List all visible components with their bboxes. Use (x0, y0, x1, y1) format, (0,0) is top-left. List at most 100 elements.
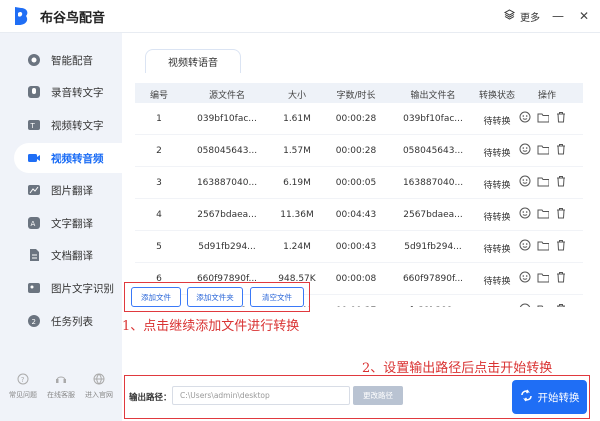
add-file-button[interactable]: 添加文件 (131, 287, 181, 307)
svg-text:?: ? (21, 376, 25, 384)
support-link[interactable]: 在线客服 (47, 373, 75, 400)
delete-icon[interactable] (555, 303, 567, 307)
sidebar-item-label: 视频转音频 (51, 152, 104, 165)
cell-status: 待转换 (483, 117, 511, 127)
play-preview-icon[interactable] (519, 207, 531, 219)
sidebar-item-label: 录音转文字 (51, 86, 104, 99)
header-actions: 操作 (537, 91, 557, 101)
clear-files-button[interactable]: 清空文件 (250, 287, 304, 307)
tab-video-to-audio[interactable]: 视频转语音 (145, 49, 241, 73)
sidebar-item-text-translate[interactable]: A 文字翻译 (14, 208, 122, 238)
faq-link[interactable]: ? 常见问题 (9, 373, 37, 400)
more-label: 更多 (520, 12, 540, 24)
start-convert-label: 开始转换 (537, 391, 580, 404)
row-actions (519, 111, 567, 123)
cell-status: 待转换 (483, 149, 511, 159)
play-preview-icon[interactable] (519, 239, 531, 251)
cell-output-name: 2567bdaea... (403, 210, 463, 220)
folder-icon[interactable] (537, 111, 549, 123)
app-logo-icon (10, 5, 32, 27)
cell-status: 待转换 (483, 213, 511, 223)
close-icon[interactable]: ✕ (576, 8, 592, 24)
sidebar-item-label: 视频转文字 (51, 119, 104, 132)
sidebar-item-label: 智能配音 (51, 54, 93, 67)
file-table: 编号 源文件名 大小 字数/时长 输出文件名 转换状态 操作 1 039bf10f… (135, 83, 583, 307)
folder-icon[interactable] (537, 303, 549, 307)
cell-duration: 00:00:43 (335, 242, 377, 252)
cell-status: 待转换 (483, 306, 510, 307)
minimize-icon[interactable]: — (550, 8, 566, 24)
website-link[interactable]: 进入官网 (85, 373, 113, 400)
cell-source-name: 2567bdaea... (197, 210, 257, 220)
main-panel: 视频转语音 编号 源文件名 大小 字数/时长 输出文件名 转换状态 操作 1 03… (122, 33, 600, 421)
table-row[interactable]: 2 058045643... 1.57M 00:00:28 058045643... 待转… (135, 135, 583, 167)
folder-icon[interactable] (537, 239, 549, 251)
sidebar-item-recording[interactable]: 录音转文字 (14, 77, 122, 107)
svg-text:2: 2 (31, 318, 35, 326)
play-preview-icon[interactable] (519, 143, 531, 155)
folder-icon[interactable] (537, 271, 549, 283)
delete-icon[interactable] (555, 143, 567, 155)
row-actions (519, 207, 567, 219)
annotation-step-1: 1、点击继续添加文件进行转换 (122, 319, 300, 334)
delete-icon[interactable] (555, 239, 567, 251)
cell-source-name: 5d91fb294... (198, 242, 256, 252)
delete-icon[interactable] (555, 111, 567, 123)
cell-source-name: 058045643... (196, 146, 258, 156)
app-title: 布谷鸟配音 (40, 10, 106, 26)
delete-icon[interactable] (555, 207, 567, 219)
website-icon (93, 373, 105, 387)
recording-icon (26, 85, 41, 100)
sidebar-item-video-text[interactable]: T 视频转文字 (14, 110, 122, 140)
header-size: 大小 (287, 91, 307, 101)
cell-index: 2 (156, 146, 162, 156)
row-actions (519, 143, 567, 155)
cell-output-name: cfe31b291... (405, 306, 462, 307)
sidebar-item-label: 文档翻译 (51, 249, 93, 262)
cell-size: 1.61M (283, 114, 311, 124)
sidebar-item-video-audio[interactable]: 视频转音频 (14, 143, 122, 173)
cell-status: 待转换 (483, 181, 511, 191)
support-icon (55, 373, 67, 387)
output-path-input[interactable]: C:\Users\admin\desktop (172, 386, 350, 405)
delete-icon[interactable] (555, 175, 567, 187)
table-row[interactable]: 1 039bf10fac... 1.61M 00:00:28 039bf10fac...… (135, 103, 583, 135)
cell-duration: 00:04:43 (335, 210, 377, 220)
change-path-button[interactable]: 更改路径 (353, 386, 403, 405)
sidebar-item-task-list[interactable]: 2 任务列表 (14, 306, 122, 336)
cell-output-name: 660f97890f... (402, 274, 464, 284)
start-convert-button[interactable]: 开始转换 (512, 380, 587, 414)
header-status: 转换状态 (478, 91, 516, 101)
folder-icon[interactable] (537, 143, 549, 155)
play-preview-icon[interactable] (519, 303, 531, 307)
more-button[interactable]: 更多 (503, 9, 540, 24)
sidebar-item-label: 图片文字识别 (51, 282, 114, 295)
sidebar-item-image-translate[interactable]: 图片翻译 (14, 175, 122, 205)
play-preview-icon[interactable] (519, 175, 531, 187)
header-output-name: 输出文件名 (410, 91, 456, 101)
header-index: 编号 (149, 91, 169, 101)
table-row[interactable]: 4 2567bdaea... 11.36M 00:04:43 2567bdaea... 待… (135, 199, 583, 231)
table-row[interactable]: 3 163887040... 6.19M 00:00:05 163887040... 待转… (135, 167, 583, 199)
sidebar-item-label: 任务列表 (51, 315, 93, 328)
svg-text:T: T (29, 122, 35, 130)
sidebar-item-smart-dub[interactable]: 智能配音 (14, 45, 122, 75)
cell-duration: 00:00:37 (336, 306, 376, 307)
ocr-icon (26, 281, 41, 296)
folder-icon[interactable] (537, 207, 549, 219)
play-preview-icon[interactable] (519, 271, 531, 283)
cell-size: 1.57M (283, 146, 311, 156)
output-bar: 输出路径： C:\Users\admin\desktop 更改路径 开始转换 (124, 375, 590, 419)
cell-index: 5 (156, 242, 162, 252)
folder-icon[interactable] (537, 175, 549, 187)
cell-duration: 00:00:08 (335, 274, 377, 284)
sidebar-item-ocr[interactable]: 图片文字识别 (14, 273, 122, 303)
add-folder-button[interactable]: 添加文件夹 (187, 287, 243, 307)
cell-size: 1.24M (283, 242, 311, 252)
smart-dub-icon (26, 53, 41, 68)
cell-output-name: 5d91fb294... (404, 242, 462, 252)
table-row[interactable]: 5 5d91fb294... 1.24M 00:00:43 5d91fb294... 待转… (135, 231, 583, 263)
delete-icon[interactable] (555, 271, 567, 283)
sidebar-item-doc-translate[interactable]: 文档翻译 (14, 240, 122, 270)
play-preview-icon[interactable] (519, 111, 531, 123)
